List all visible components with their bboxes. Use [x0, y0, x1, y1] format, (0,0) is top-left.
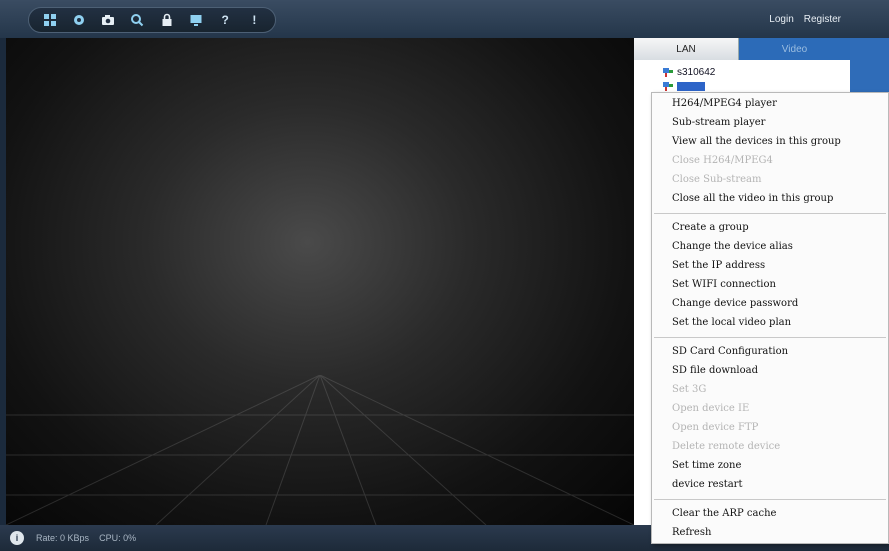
device-icon — [663, 82, 673, 91]
login-link[interactable]: Login — [769, 14, 793, 25]
device-icon — [663, 68, 673, 77]
settings-gear-icon[interactable] — [69, 10, 89, 30]
menu-item-video-plan[interactable]: Set the local video plan — [672, 317, 791, 328]
menu-separator — [654, 499, 886, 500]
device-list-icon[interactable] — [40, 10, 60, 30]
menu-item-open-device-ftp: Open device FTP — [672, 422, 759, 433]
device-node-selected[interactable] — [662, 81, 705, 92]
help-icon[interactable]: ? — [215, 10, 235, 30]
menu-item-view-all-devices[interactable]: View all the devices in this group — [672, 136, 841, 147]
menu-item-clear-arp[interactable]: Clear the ARP cache — [672, 508, 776, 519]
menu-item-sd-card-config[interactable]: SD Card Configuration — [672, 346, 788, 357]
rate-label: Rate: — [36, 533, 58, 543]
info-icon[interactable]: i — [10, 531, 24, 545]
monitor-icon[interactable] — [186, 10, 206, 30]
menu-item-device-restart[interactable]: device restart — [672, 479, 742, 490]
menu-item-change-alias[interactable]: Change the device alias — [672, 241, 793, 252]
menu-item-create-group[interactable]: Create a group — [672, 222, 749, 233]
top-bar: ? ! Login Register — [0, 0, 889, 38]
menu-item-set-time-zone[interactable]: Set time zone — [672, 460, 741, 471]
selected-device-name — [677, 82, 705, 91]
menu-item-set-wifi[interactable]: Set WIFI connection — [672, 279, 776, 290]
menu-item-close-all-video[interactable]: Close all the video in this group — [672, 193, 833, 204]
menu-item-refresh[interactable]: Refresh — [672, 527, 711, 538]
search-icon[interactable] — [127, 10, 147, 30]
menu-item-close-h264: Close H264/MPEG4 — [672, 155, 773, 166]
register-link[interactable]: Register — [804, 14, 841, 25]
cpu-label: CPU: — [99, 533, 121, 543]
toolbar: ? ! — [28, 7, 276, 33]
device-node[interactable]: s310642 — [662, 67, 715, 78]
status-text: Rate: 0 KBps CPU: 0% — [36, 533, 136, 543]
menu-item-close-sub-stream: Close Sub-stream — [672, 174, 762, 185]
menu-item-change-password[interactable]: Change device password — [672, 298, 798, 309]
menu-item-set-ip[interactable]: Set the IP address — [672, 260, 765, 271]
menu-separator — [654, 337, 886, 338]
menu-item-sub-stream-player[interactable]: Sub-stream player — [672, 117, 765, 128]
menu-item-delete-remote: Delete remote device — [672, 441, 781, 452]
device-name: s310642 — [677, 67, 716, 78]
menu-item-sd-file-download[interactable]: SD file download — [672, 365, 758, 376]
tab-video[interactable]: Video — [739, 38, 850, 60]
menu-separator — [654, 213, 886, 214]
info-icon[interactable]: ! — [244, 10, 264, 30]
menu-item-h264-player[interactable]: H264/MPEG4 player — [672, 98, 777, 109]
menu-item-set-3g: Set 3G — [672, 384, 707, 395]
rate-value: 0 KBps — [60, 533, 90, 543]
camera-snapshot-icon[interactable] — [98, 10, 118, 30]
menu-item-open-device-ie: Open device IE — [672, 403, 750, 414]
context-menu: H264/MPEG4 player Sub-stream player View… — [651, 92, 889, 544]
tab-lan[interactable]: LAN — [634, 38, 739, 60]
video-viewport[interactable] — [6, 38, 634, 525]
lock-icon[interactable] — [157, 10, 177, 30]
auth-links: Login Register — [769, 14, 841, 25]
floor-grid-decoration — [6, 375, 634, 525]
sidebar-tabs: LAN Video — [634, 38, 850, 60]
cpu-value: 0% — [123, 533, 137, 543]
